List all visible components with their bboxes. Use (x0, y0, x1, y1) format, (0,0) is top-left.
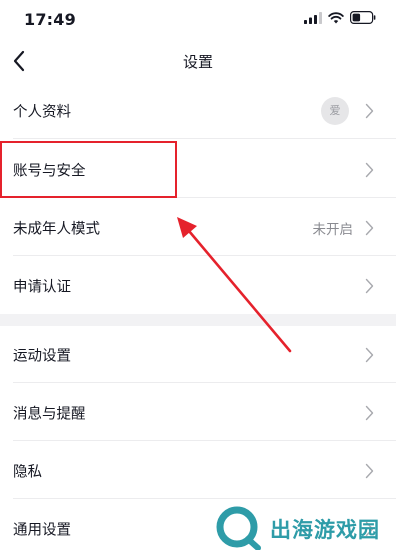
settings-item-label: 运动设置 (13, 348, 71, 364)
chevron-right-icon (365, 162, 374, 177)
chevron-right-icon (365, 463, 374, 478)
settings-item-privacy[interactable]: 隐私 (0, 442, 396, 499)
settings-item-label: 消息与提醒 (13, 406, 86, 422)
divider (13, 382, 396, 383)
chevron-right-icon (365, 405, 374, 420)
nav-bar: 设置 (0, 40, 396, 84)
cellular-signal-icon (304, 11, 322, 24)
watermark-text: 出海游戏园 (270, 518, 380, 542)
page-title: 设置 (182, 53, 213, 71)
settings-item-label: 通用设置 (13, 522, 71, 538)
status-icons (304, 11, 376, 24)
chevron-right-icon (365, 103, 374, 118)
avatar: 爱 (321, 96, 349, 125)
watermark: 出海游戏园 (212, 504, 384, 550)
battery-icon (350, 11, 376, 24)
settings-item-notifications[interactable]: 消息与提醒 (0, 384, 396, 441)
settings-item-label: 未成年人模式 (13, 221, 100, 237)
chevron-right-icon (365, 220, 374, 235)
chevron-right-icon (365, 347, 374, 362)
highlight-box (0, 141, 177, 198)
section-divider (0, 314, 396, 326)
settings-item-minor-mode[interactable]: 未成年人模式 未开启 (0, 199, 396, 256)
settings-item-label: 个人资料 (13, 104, 71, 120)
minor-mode-status: 未开启 (312, 221, 354, 238)
settings-item-label: 隐私 (13, 464, 42, 480)
status-bar: 17:49 (0, 0, 396, 40)
wifi-icon (328, 11, 344, 23)
divider (13, 255, 396, 256)
watermark-logo-icon (216, 506, 261, 550)
divider (13, 440, 396, 441)
divider (13, 138, 396, 139)
settings-item-verification[interactable]: 申请认证 (0, 257, 396, 314)
settings-item-profile[interactable]: 个人资料 爱 (0, 82, 396, 139)
status-time: 17:49 (24, 10, 76, 29)
settings-item-sports[interactable]: 运动设置 (0, 326, 396, 383)
divider (13, 498, 396, 499)
chevron-right-icon (365, 278, 374, 293)
settings-item-label: 申请认证 (13, 279, 71, 295)
